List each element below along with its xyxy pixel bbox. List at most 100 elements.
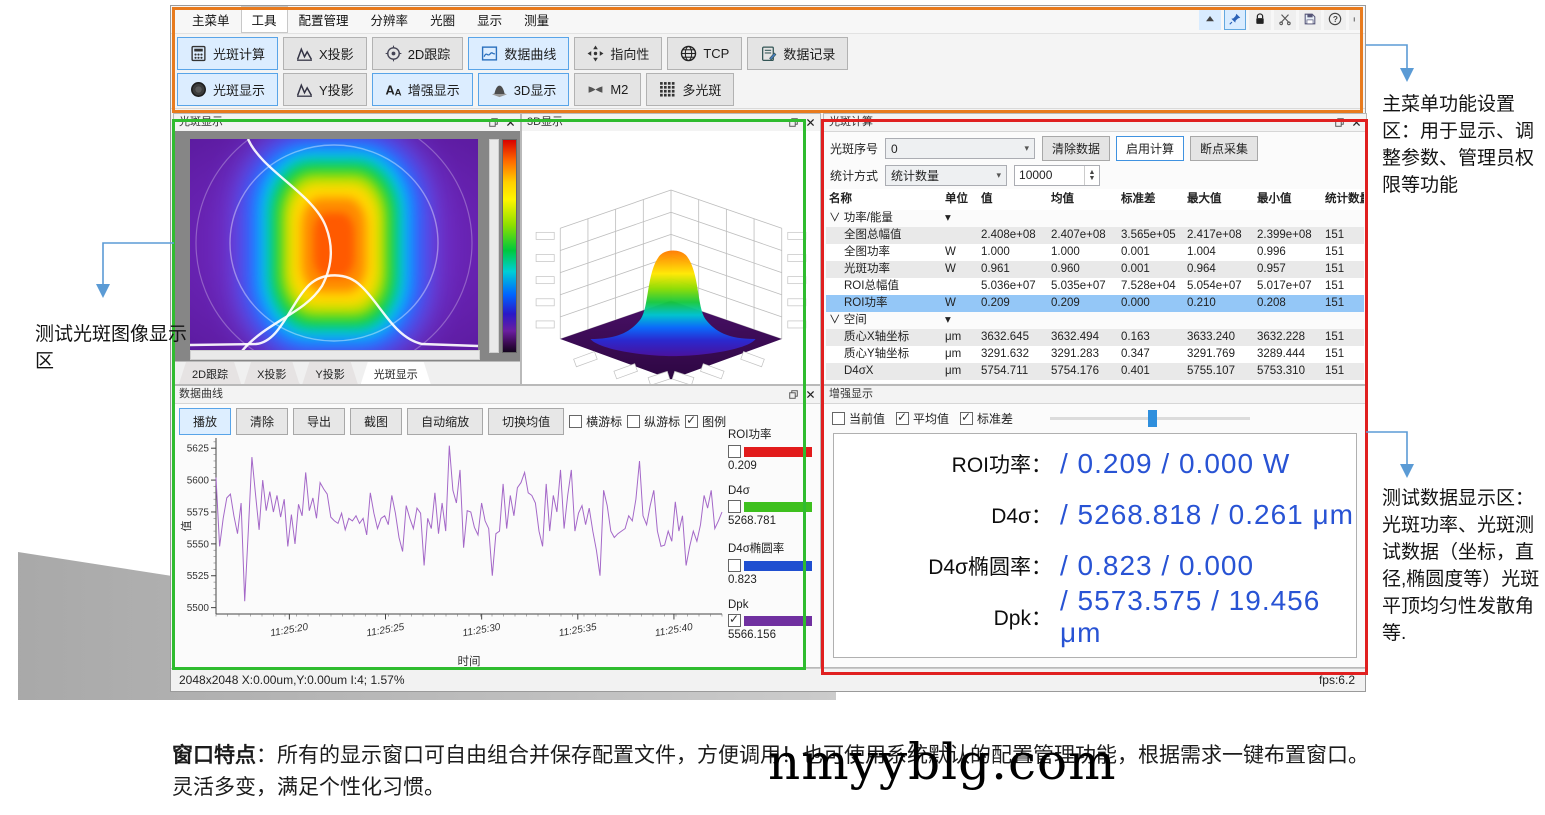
- chevron-down-icon[interactable]: ▾: [942, 210, 978, 227]
- legend-checkbox[interactable]: [728, 500, 741, 513]
- table-row[interactable]: 全图功率W1.0001.0000.0011.0040.996151: [826, 244, 1364, 261]
- toolbar-button-数据曲线[interactable]: 数据曲线: [468, 37, 569, 70]
- menu-item-主菜单[interactable]: 主菜单: [181, 6, 241, 33]
- calc-button-启用计算[interactable]: 启用计算: [1116, 136, 1184, 161]
- column-header[interactable]: 最大值: [1184, 189, 1254, 210]
- beam-false-color-image[interactable]: [190, 139, 478, 351]
- table-row[interactable]: 全图总幅值2.408e+082.407e+083.565e+052.417e+0…: [826, 227, 1364, 244]
- column-header[interactable]: 标准差: [1118, 189, 1184, 210]
- menu-item-工具[interactable]: 工具: [241, 6, 288, 33]
- surface-3d-plot[interactable]: [522, 131, 820, 384]
- seq-label: 光斑序号: [830, 140, 878, 157]
- checkbox-当前值[interactable]: 当前值: [832, 410, 885, 427]
- tab-X投影[interactable]: X投影: [244, 362, 299, 384]
- horizontal-scrollbar[interactable]: [190, 350, 480, 360]
- menu-item-光圈[interactable]: 光圈: [419, 6, 466, 33]
- column-header[interactable]: 统计数量: [1322, 189, 1364, 210]
- stat-count-spinner[interactable]: 10000 ▲▼: [1014, 165, 1100, 186]
- column-header[interactable]: 最小值: [1254, 189, 1322, 210]
- font-size-slider[interactable]: [1050, 417, 1250, 420]
- pin-icon[interactable]: [1224, 8, 1246, 30]
- float-icon[interactable]: [1332, 115, 1347, 129]
- toolbar-button-多光斑[interactable]: 多光斑: [646, 73, 734, 106]
- table-cell: 0.347: [1118, 346, 1184, 363]
- toolbar-button-光斑计算[interactable]: 光斑计算: [177, 37, 278, 70]
- toolbar-button-光斑显示[interactable]: 光斑显示: [177, 73, 278, 106]
- menu-item-显示[interactable]: 显示: [466, 6, 513, 33]
- checkbox-横游标[interactable]: 横游标: [569, 413, 622, 430]
- toolbar-button-Y投影[interactable]: Y投影: [283, 73, 367, 106]
- table-group-row[interactable]: ∨ 功率/能量▾: [826, 210, 1364, 227]
- beam-panel-title: 光斑显示: [179, 116, 223, 128]
- column-header[interactable]: 均值: [1048, 189, 1118, 210]
- float-icon[interactable]: [786, 115, 801, 129]
- beam-image-viewport[interactable]: [174, 131, 520, 362]
- close-icon[interactable]: [803, 115, 818, 129]
- checkbox-box[interactable]: [627, 415, 640, 428]
- beam-profile-overlay: [190, 139, 478, 351]
- table-row[interactable]: ROI总幅值5.036e+075.035e+077.528e+045.054e+…: [826, 278, 1364, 295]
- tab-Y投影[interactable]: Y投影: [302, 362, 357, 384]
- table-row[interactable]: 质心X轴坐标μm3632.6453632.4940.1633633.240363…: [826, 329, 1364, 346]
- data-curve-chart[interactable]: 55005525555055755600562511:25:2011:25:25…: [178, 430, 734, 668]
- toolbar-button-X投影[interactable]: X投影: [283, 37, 367, 70]
- slider-handle[interactable]: [1148, 410, 1157, 427]
- legend-checkbox[interactable]: [728, 445, 741, 458]
- checkbox-box[interactable]: [896, 412, 909, 425]
- close-icon[interactable]: [803, 387, 818, 401]
- column-header[interactable]: 值: [978, 189, 1048, 210]
- calc-button-清除数据[interactable]: 清除数据: [1042, 136, 1110, 161]
- vertical-scrollbar[interactable]: [489, 139, 499, 353]
- checkbox-box[interactable]: [569, 415, 582, 428]
- column-header[interactable]: 名称: [826, 189, 942, 210]
- toolbar-button-数据记录[interactable]: 数据记录: [747, 37, 848, 70]
- calc-button-断点采集[interactable]: 断点采集: [1190, 136, 1258, 161]
- table-row[interactable]: ROI功率W0.2090.2090.0000.2100.208151: [826, 295, 1364, 312]
- beam-seq-select[interactable]: 0▾: [885, 138, 1035, 159]
- curve-legend: ROI功率0.209D4σ5268.781D4σ椭圆率0.823Dpk5566.…: [728, 426, 812, 654]
- toolbar-button-增强显示[interactable]: AA增强显示: [372, 73, 473, 106]
- table-cell: 1.004: [1184, 244, 1254, 261]
- table-row[interactable]: D4σXμm5754.7115754.1760.4015755.1075753.…: [826, 363, 1364, 380]
- stat-mode-select[interactable]: 统计数量▾: [885, 165, 1007, 186]
- toolbar-button-M2[interactable]: M2: [574, 73, 641, 106]
- toolbar-button-指向性[interactable]: 指向性: [574, 37, 662, 70]
- cut-icon[interactable]: [1274, 8, 1296, 30]
- close-icon[interactable]: [1349, 115, 1364, 129]
- table-group-row[interactable]: ∨ 空间▾: [826, 312, 1364, 329]
- info-icon[interactable]: i: [1349, 8, 1360, 30]
- checkbox-label: 横游标: [586, 413, 622, 430]
- collapse-icon[interactable]: [1199, 8, 1221, 30]
- table-row[interactable]: 质心Y轴坐标μm3291.6323291.2830.3473291.769328…: [826, 346, 1364, 363]
- spin-down-icon[interactable]: ▼: [1089, 176, 1096, 182]
- checkbox-纵游标[interactable]: 纵游标: [627, 413, 680, 430]
- menu-item-配置管理[interactable]: 配置管理: [288, 6, 360, 33]
- checkbox-标准差[interactable]: 标准差: [960, 410, 1013, 427]
- menu-items: 主菜单工具配置管理分辨率光圈显示测量: [181, 6, 560, 33]
- help-icon[interactable]: ?: [1324, 8, 1346, 30]
- float-icon[interactable]: [786, 387, 801, 401]
- table-cell: 5.036e+07: [978, 278, 1048, 295]
- toolbar-button-2D跟踪[interactable]: 2D跟踪: [372, 37, 464, 70]
- checkbox-图例[interactable]: 图例: [685, 413, 726, 430]
- checkbox-box[interactable]: [960, 412, 973, 425]
- legend-checkbox[interactable]: [728, 559, 741, 572]
- close-icon[interactable]: [503, 115, 518, 129]
- float-icon[interactable]: [486, 115, 501, 129]
- toolbar-button-TCP[interactable]: TCP: [667, 37, 742, 70]
- menu-item-测量[interactable]: 测量: [513, 6, 560, 33]
- column-header[interactable]: 单位: [942, 189, 978, 210]
- save-icon[interactable]: [1299, 8, 1321, 30]
- tab-2D跟踪[interactable]: 2D跟踪: [179, 362, 241, 384]
- menu-item-分辨率[interactable]: 分辨率: [360, 6, 420, 33]
- chevron-down-icon[interactable]: ▾: [942, 312, 978, 329]
- checkbox-平均值[interactable]: 平均值: [896, 410, 949, 427]
- lock-icon[interactable]: [1249, 8, 1271, 30]
- legend-checkbox[interactable]: [728, 614, 741, 627]
- checkbox-box[interactable]: [685, 415, 698, 428]
- tab-光斑显示[interactable]: 光斑显示: [361, 362, 431, 384]
- table-row[interactable]: 光斑功率W0.9610.9600.0010.9640.957151: [826, 261, 1364, 278]
- toolbar-button-3D显示[interactable]: 3D显示: [478, 73, 570, 106]
- checkbox-box[interactable]: [832, 412, 845, 425]
- status-fps: fps:6.2: [1319, 673, 1355, 687]
